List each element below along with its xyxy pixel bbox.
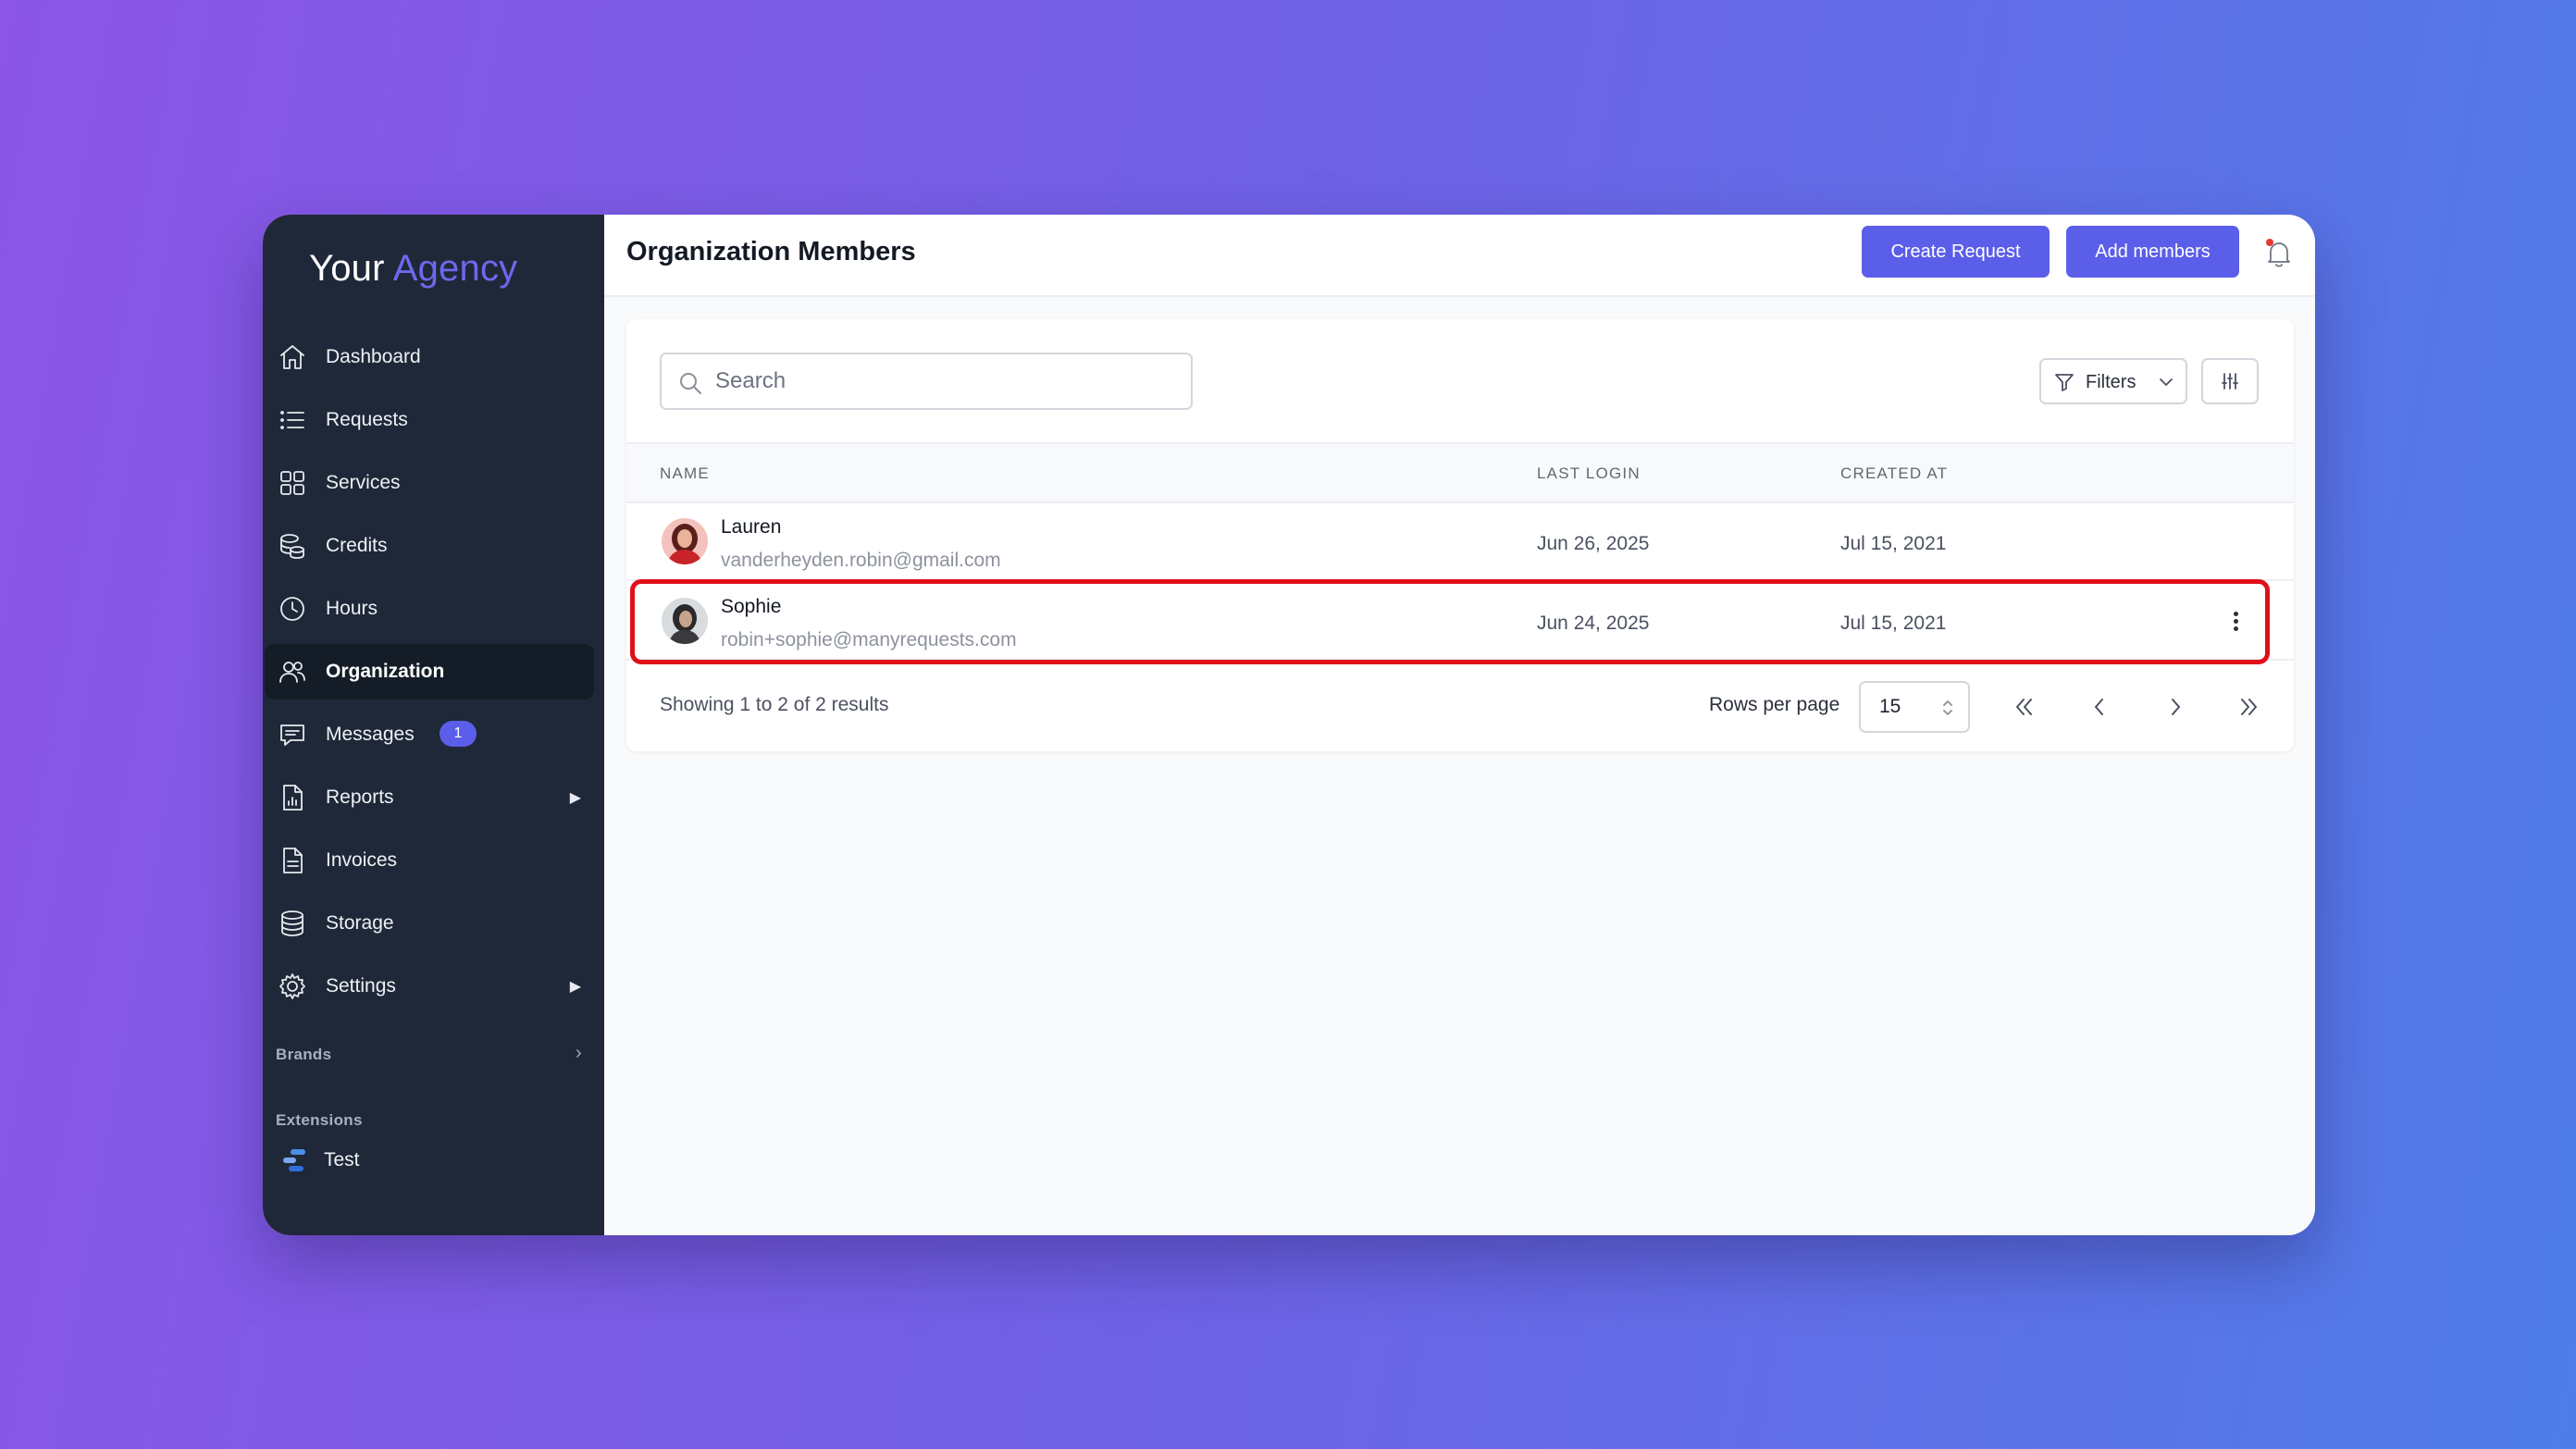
list-icon [278, 405, 307, 435]
sidebar-item-settings[interactable]: Settings ▶ [265, 959, 594, 1014]
rows-per-page-select[interactable]: 15 [1859, 681, 1970, 733]
column-header-created-at[interactable]: CREATED AT [1840, 464, 1948, 483]
clock-icon [278, 594, 307, 624]
sidebar-item-invoices[interactable]: Invoices [265, 833, 594, 888]
brands-section-toggle[interactable]: Brands › [276, 1043, 590, 1064]
app-window: Your Agency Dashboard Requests Services … [263, 215, 2315, 1235]
table-row[interactable]: Sophie robin+sophie@manyrequests.com Jun… [626, 583, 2294, 661]
first-page-button[interactable] [2007, 690, 2040, 724]
column-header-name[interactable]: NAME [660, 464, 710, 483]
chevron-right-icon: › [576, 1043, 582, 1063]
extension-icon [281, 1147, 309, 1173]
sidebar-item-label: Settings [326, 975, 396, 997]
extensions-heading: Extensions [276, 1111, 363, 1129]
grid-icon [278, 468, 307, 498]
database-icon [278, 909, 307, 938]
sidebar-item-label: Credits [326, 535, 388, 556]
notification-dot [2266, 239, 2273, 246]
sidebar-item-messages[interactable]: Messages 1 [265, 707, 594, 762]
users-icon [278, 657, 307, 687]
brand-logo[interactable]: Your Agency [309, 248, 517, 290]
row-actions-kebab-icon[interactable] [2225, 605, 2248, 638]
table-row[interactable]: Lauren vanderheyden.robin@gmail.com Jun … [626, 503, 2294, 581]
chevron-down-icon [2156, 372, 2176, 392]
sliders-icon [2222, 373, 2238, 390]
main-content: Organization Members Create Request Add … [604, 215, 2315, 1235]
expand-arrow-icon: ▶ [569, 790, 581, 806]
report-icon [278, 783, 307, 812]
extension-item-test[interactable]: Test [276, 1142, 553, 1179]
add-members-button[interactable]: Add members [2066, 226, 2239, 278]
members-card: Filters NAME LAST LOGIN CREATED AT [626, 319, 2294, 751]
search-input[interactable] [715, 354, 1178, 408]
sidebar-item-reports[interactable]: Reports ▶ [265, 770, 594, 825]
sidebar-item-credits[interactable]: Credits [265, 518, 594, 574]
messages-count-badge: 1 [440, 721, 477, 747]
sidebar-item-storage[interactable]: Storage [265, 896, 594, 951]
sidebar-item-label: Messages [326, 724, 415, 745]
last-login-cell: Jun 26, 2025 [1537, 533, 1650, 554]
chevron-right-icon [2172, 699, 2180, 715]
rows-per-page-value: 15 [1879, 696, 1901, 717]
brands-label: Brands [276, 1046, 332, 1063]
sidebar-item-hours[interactable]: Hours [265, 581, 594, 637]
sidebar-item-label: Reports [326, 786, 394, 808]
filter-funnel-icon [2054, 372, 2074, 392]
search-icon [680, 373, 701, 394]
double-chevron-left-icon [2016, 699, 2032, 715]
chevron-left-icon [2095, 699, 2103, 715]
last-login-cell: Jun 24, 2025 [1537, 613, 1650, 634]
member-email: robin+sophie@manyrequests.com [721, 629, 1017, 650]
document-icon [278, 846, 307, 875]
avatar [662, 518, 708, 564]
created-at-cell: Jul 15, 2021 [1840, 613, 1947, 634]
sidebar: Your Agency Dashboard Requests Services … [263, 215, 604, 1235]
brand-word-2: Agency [392, 248, 518, 289]
sidebar-item-label: Organization [326, 661, 445, 682]
brand-word-1: Your [309, 248, 385, 289]
gear-icon [278, 972, 307, 1001]
table-header: NAME LAST LOGIN CREATED AT [626, 442, 2294, 503]
sidebar-item-label: Services [326, 472, 401, 493]
filters-button[interactable]: Filters [2039, 358, 2187, 404]
results-summary: Showing 1 to 2 of 2 results [660, 694, 889, 715]
top-bar: Organization Members Create Request Add … [604, 215, 2315, 297]
filters-label: Filters [2086, 372, 2136, 392]
select-updown-icon [1938, 696, 1957, 720]
sidebar-item-requests[interactable]: Requests [265, 392, 594, 448]
coins-icon [278, 531, 307, 561]
create-request-button[interactable]: Create Request [1862, 226, 2050, 278]
next-page-button[interactable] [2159, 690, 2192, 724]
double-chevron-right-icon [2241, 699, 2257, 715]
column-header-last-login[interactable]: LAST LOGIN [1537, 464, 1641, 483]
sidebar-item-label: Requests [326, 409, 408, 430]
search-box [660, 353, 1193, 410]
notifications-bell-icon[interactable] [2262, 237, 2296, 270]
member-name: Sophie [721, 596, 782, 617]
sidebar-item-organization[interactable]: Organization [265, 644, 594, 700]
column-settings-button[interactable] [2201, 358, 2259, 404]
sidebar-item-label: Invoices [326, 849, 398, 871]
chat-icon [278, 720, 307, 749]
sidebar-item-label: Hours [326, 598, 378, 619]
last-page-button[interactable] [2233, 690, 2266, 724]
sidebar-item-label: Dashboard [326, 346, 421, 367]
rows-per-page-label: Rows per page [1709, 694, 1840, 715]
created-at-cell: Jul 15, 2021 [1840, 533, 1947, 554]
member-name: Lauren [721, 516, 782, 538]
expand-arrow-icon: ▶ [569, 979, 581, 995]
member-email: vanderheyden.robin@gmail.com [721, 550, 1001, 571]
page-title: Organization Members [626, 237, 916, 266]
avatar [662, 598, 708, 644]
home-icon [278, 342, 307, 372]
previous-page-button[interactable] [2083, 690, 2116, 724]
sidebar-item-dashboard[interactable]: Dashboard [265, 329, 594, 385]
extension-label: Test [324, 1149, 360, 1170]
sidebar-item-label: Storage [326, 912, 394, 934]
sidebar-item-services[interactable]: Services [265, 455, 594, 511]
